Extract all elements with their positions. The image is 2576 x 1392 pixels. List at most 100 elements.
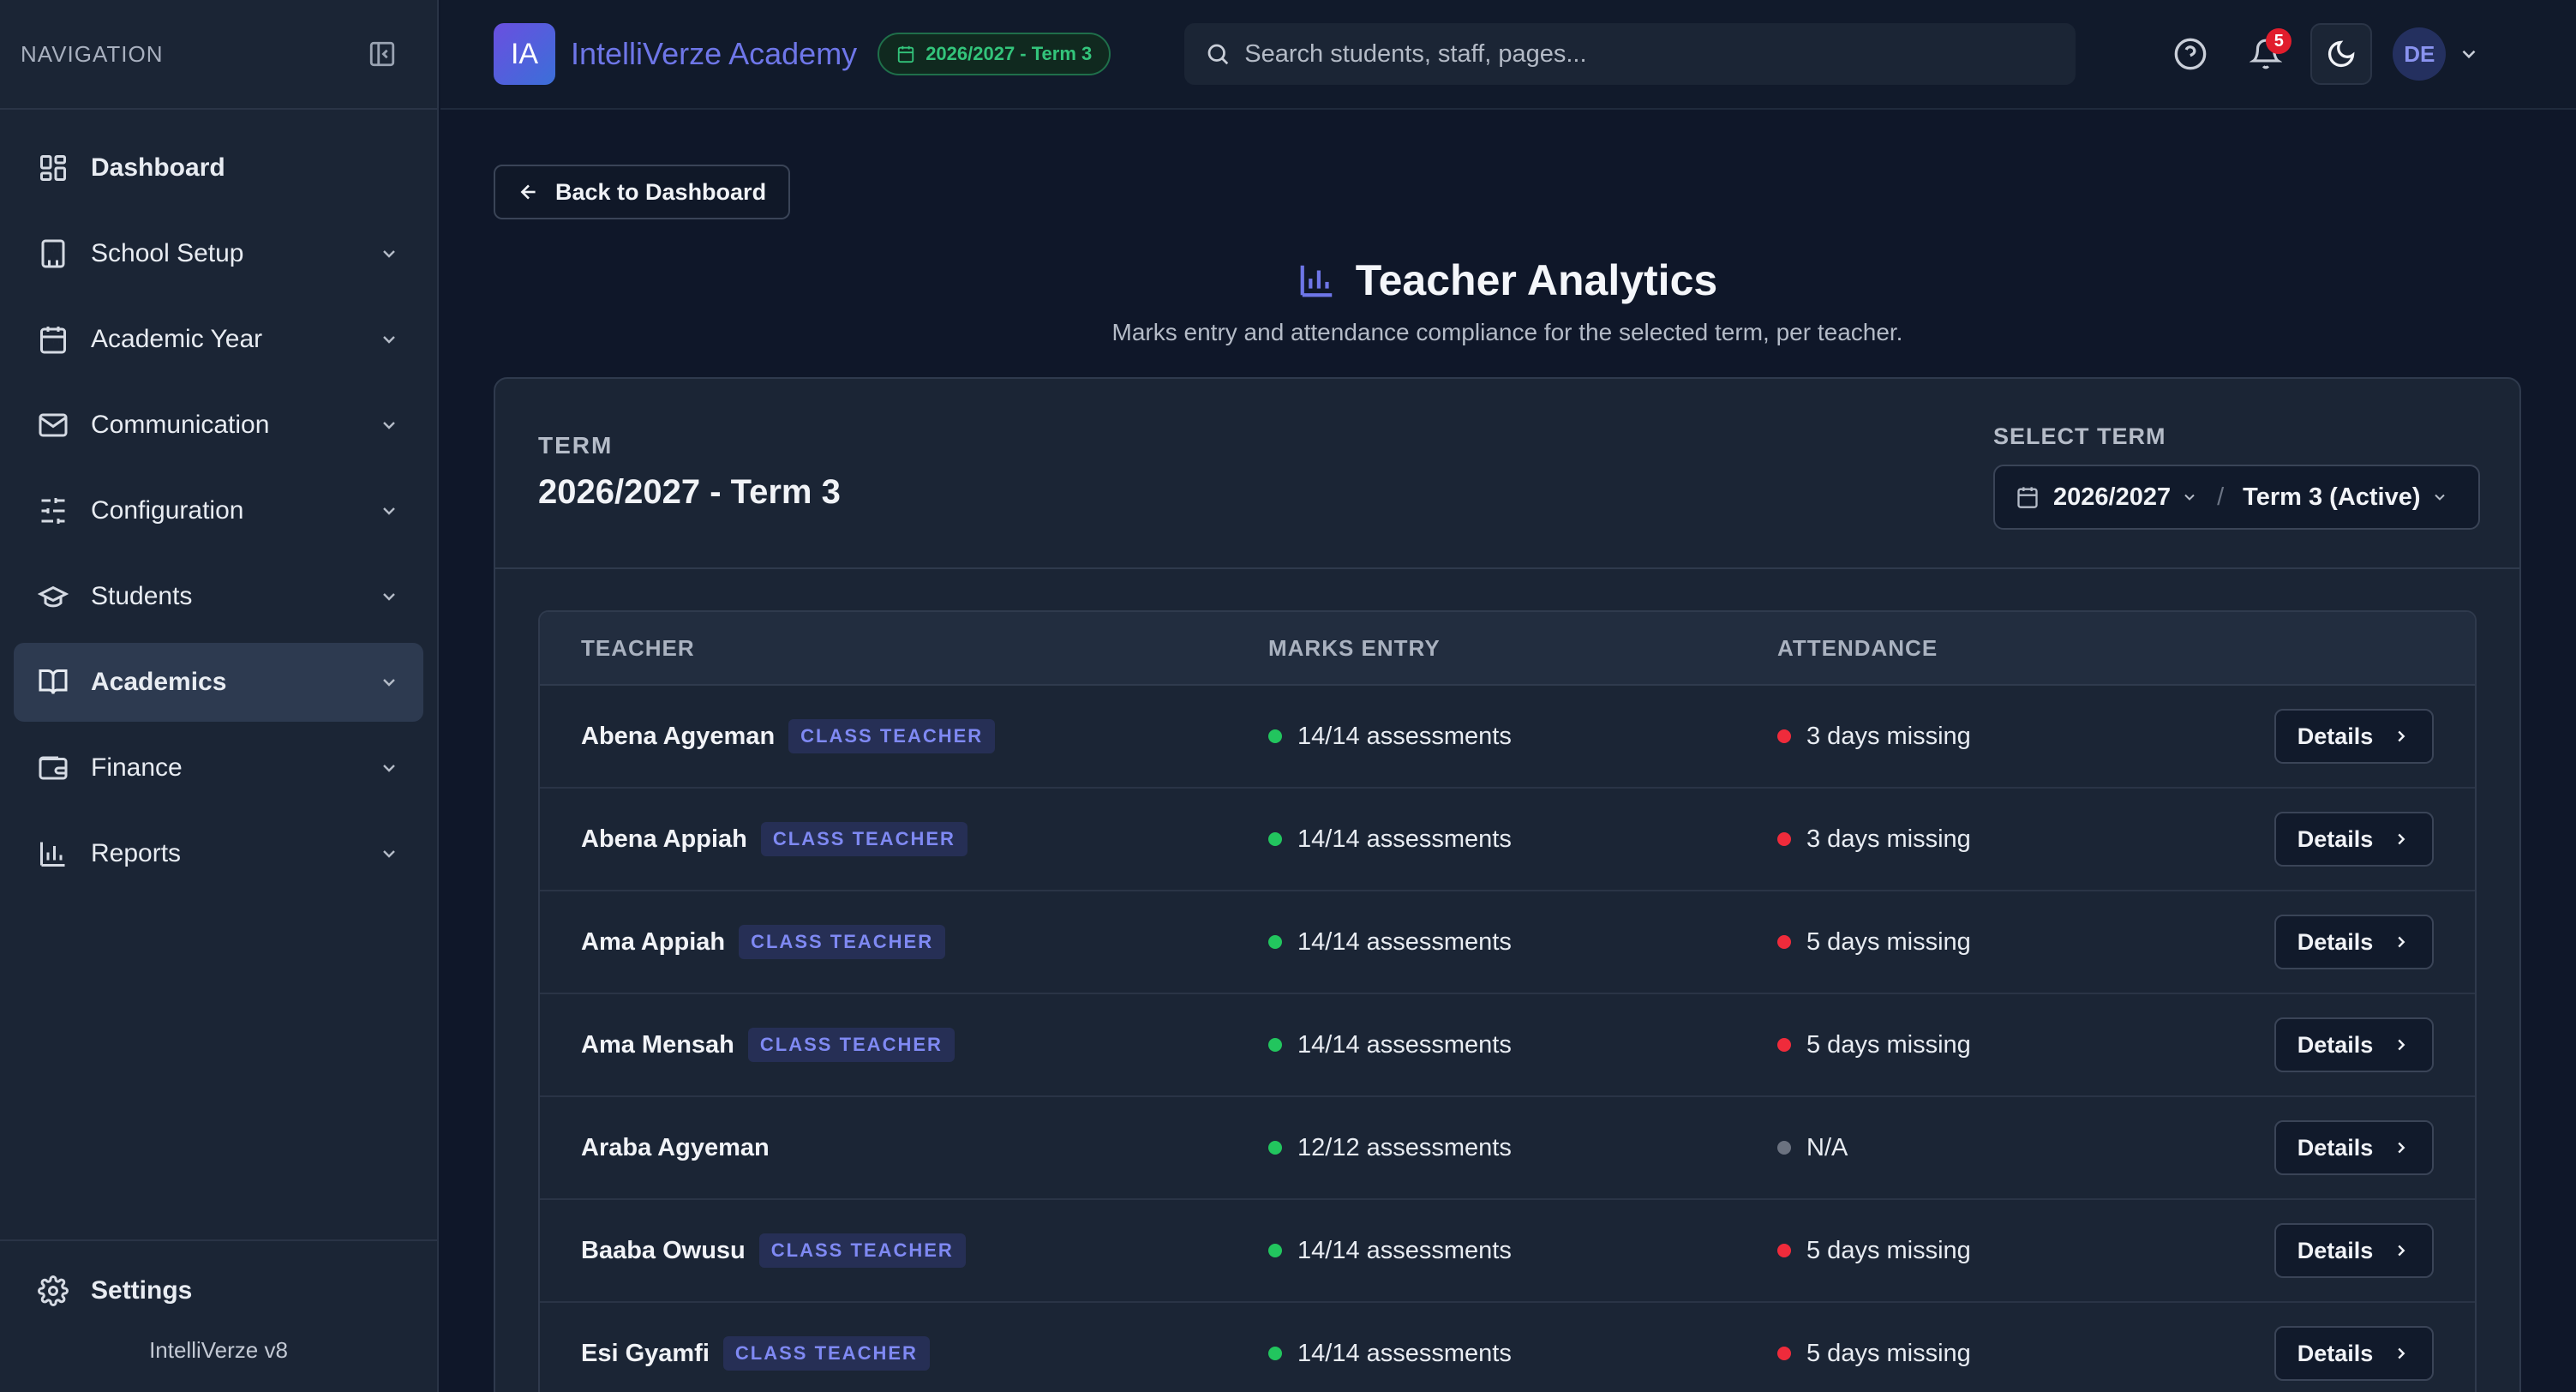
chevron-right-icon <box>2373 1138 2411 1157</box>
chevron-right-icon <box>2373 1035 2411 1054</box>
table-row: Ama Appiah CLASS TEACHER 14/14 assessments… <box>540 891 2475 994</box>
sidebar-item-configuration[interactable]: Configuration <box>14 471 423 550</box>
teacher-cell: Abena Agyeman CLASS TEACHER <box>540 719 1268 753</box>
status-dot <box>1777 832 1791 846</box>
marks-entry-value: 14/14 assessments <box>1297 825 1512 853</box>
attendance-cell: 5 days missing <box>1777 1237 2274 1265</box>
teacher-name: Esi Gyamfi <box>581 1339 710 1367</box>
sidebar-item-communication[interactable]: Communication <box>14 386 423 465</box>
selector-divider: / <box>2217 483 2225 511</box>
status-dot <box>1777 729 1791 743</box>
app-logo[interactable]: IA <box>494 23 555 85</box>
sidebar-item-label: School Setup <box>91 239 244 267</box>
chevron-down-icon <box>377 327 401 351</box>
details-button[interactable]: Details <box>2274 812 2434 867</box>
table-row: Abena Appiah CLASS TEACHER 14/14 assessmen… <box>540 789 2475 891</box>
details-label: Details <box>2297 723 2374 749</box>
search-icon <box>1207 44 1229 65</box>
chevron-down-icon <box>377 499 401 523</box>
column-header-marks-entry[interactable]: MARKS ENTRY <box>1268 635 1777 662</box>
term-select[interactable]: Term 3 (Active) <box>2243 483 2447 512</box>
chevron-down-icon <box>377 842 401 866</box>
page-subtitle: Marks entry and attendance compliance fo… <box>1111 319 1903 345</box>
teacher-name: Abena Appiah <box>581 825 747 853</box>
class-teacher-badge: CLASS TEACHER <box>747 1028 955 1062</box>
global-search[interactable] <box>1184 23 2076 85</box>
attendance-value: N/A <box>1806 1133 1848 1161</box>
sliders-icon <box>36 494 70 528</box>
sidebar-item-academics[interactable]: Academics <box>14 643 423 722</box>
user-avatar[interactable]: DE <box>2393 27 2447 81</box>
moon-icon <box>2328 40 2355 68</box>
class-teacher-badge: CLASS TEACHER <box>758 1233 966 1268</box>
teacher-cell: Baaba Owusu CLASS TEACHER <box>540 1233 1268 1268</box>
details-button[interactable]: Details <box>2274 1120 2434 1175</box>
details-label: Details <box>2297 1031 2374 1058</box>
attendance-value: 3 days missing <box>1806 825 1971 853</box>
class-teacher-badge: CLASS TEACHER <box>760 822 967 856</box>
year-select[interactable]: 2026/2027 <box>2016 483 2198 512</box>
notification-count-badge: 5 <box>2266 28 2292 54</box>
sidebar-item-label: Configuration <box>91 496 244 525</box>
back-to-dashboard-button[interactable]: Back to Dashboard <box>494 165 791 219</box>
status-dot <box>1268 1347 1282 1360</box>
notifications-button[interactable]: 5 <box>2235 23 2297 85</box>
sidebar-item-reports[interactable]: Reports <box>14 814 423 893</box>
settings-label: Settings <box>91 1276 193 1305</box>
chevron-down-icon[interactable] <box>2458 43 2480 65</box>
column-header-teacher[interactable]: TEACHER <box>540 635 1268 662</box>
marks-entry-value: 12/12 assessments <box>1297 1133 1512 1161</box>
attendance-value: 3 days missing <box>1806 722 1971 750</box>
details-button[interactable]: Details <box>2274 915 2434 969</box>
search-input[interactable] <box>1244 39 2056 69</box>
details-button[interactable]: Details <box>2274 709 2434 764</box>
chevron-right-icon <box>2373 1344 2411 1363</box>
sidebar-item-label: Finance <box>91 753 183 782</box>
theme-toggle-button[interactable] <box>2310 23 2373 85</box>
details-button[interactable]: Details <box>2274 1223 2434 1278</box>
chevron-down-icon <box>2184 494 2195 501</box>
sidebar: NAVIGATION Dashboard School Setup Academic… <box>0 0 439 1392</box>
term-selector: 2026/2027 / Term 3 (Active) <box>1993 465 2480 530</box>
select-term-label: SELECT TERM <box>1993 423 2166 449</box>
mail-icon <box>36 408 70 442</box>
details-button[interactable]: Details <box>2274 1326 2434 1381</box>
app-title[interactable]: IntelliVerze Academy <box>571 36 857 72</box>
sidebar-nav: Dashboard School Setup Academic Year Commun… <box>0 110 437 893</box>
teacher-name: Abena Agyeman <box>581 722 776 750</box>
marks-entry-value: 14/14 assessments <box>1297 1236 1512 1264</box>
class-teacher-badge: CLASS TEACHER <box>788 719 996 753</box>
details-button[interactable]: Details <box>2274 1017 2434 1072</box>
sidebar-collapse-icon[interactable] <box>365 37 399 71</box>
chevron-down-icon <box>2434 494 2445 501</box>
topbar-actions: 5 DE <box>2160 23 2480 85</box>
chevron-right-icon <box>2373 727 2411 746</box>
status-dot <box>1268 1244 1282 1257</box>
sidebar-item-school-setup[interactable]: School Setup <box>14 214 423 293</box>
table-row: Esi Gyamfi CLASS TEACHER 14/14 assessments… <box>540 1303 2475 1392</box>
sidebar-item-students[interactable]: Students <box>14 557 423 636</box>
attendance-cell: N/A <box>1777 1134 2274 1162</box>
attendance-cell: 5 days missing <box>1777 1340 2274 1368</box>
sidebar-item-label: Reports <box>91 839 182 867</box>
status-dot <box>1777 1347 1791 1360</box>
teacher-name: Ama Appiah <box>581 927 726 956</box>
sidebar-item-academic-year[interactable]: Academic Year <box>14 300 423 379</box>
marks-entry-cell: 14/14 assessments <box>1268 1031 1777 1059</box>
calendar-icon <box>36 322 70 357</box>
teacher-cell: Esi Gyamfi CLASS TEACHER <box>540 1336 1268 1371</box>
analytics-card: TERM 2026/2027 - Term 3 SELECT TERM 2026… <box>494 377 2521 1392</box>
teacher-cell: Abena Appiah CLASS TEACHER <box>540 822 1268 856</box>
status-dot <box>1268 729 1282 743</box>
column-header-attendance[interactable]: ATTENDANCE <box>1777 635 2475 662</box>
sidebar-item-settings[interactable]: Settings <box>14 1251 423 1330</box>
sidebar-item-dashboard[interactable]: Dashboard <box>14 129 423 207</box>
graduation-cap-icon <box>36 579 70 614</box>
status-dot <box>1777 1141 1791 1155</box>
help-button[interactable] <box>2160 23 2221 85</box>
class-teacher-badge: CLASS TEACHER <box>739 925 946 959</box>
sidebar-item-finance[interactable]: Finance <box>14 729 423 807</box>
status-dot <box>1777 1038 1791 1052</box>
attendance-cell: 3 days missing <box>1777 723 2274 751</box>
current-term-text: 2026/2027 - Term 3 <box>926 43 1093 64</box>
